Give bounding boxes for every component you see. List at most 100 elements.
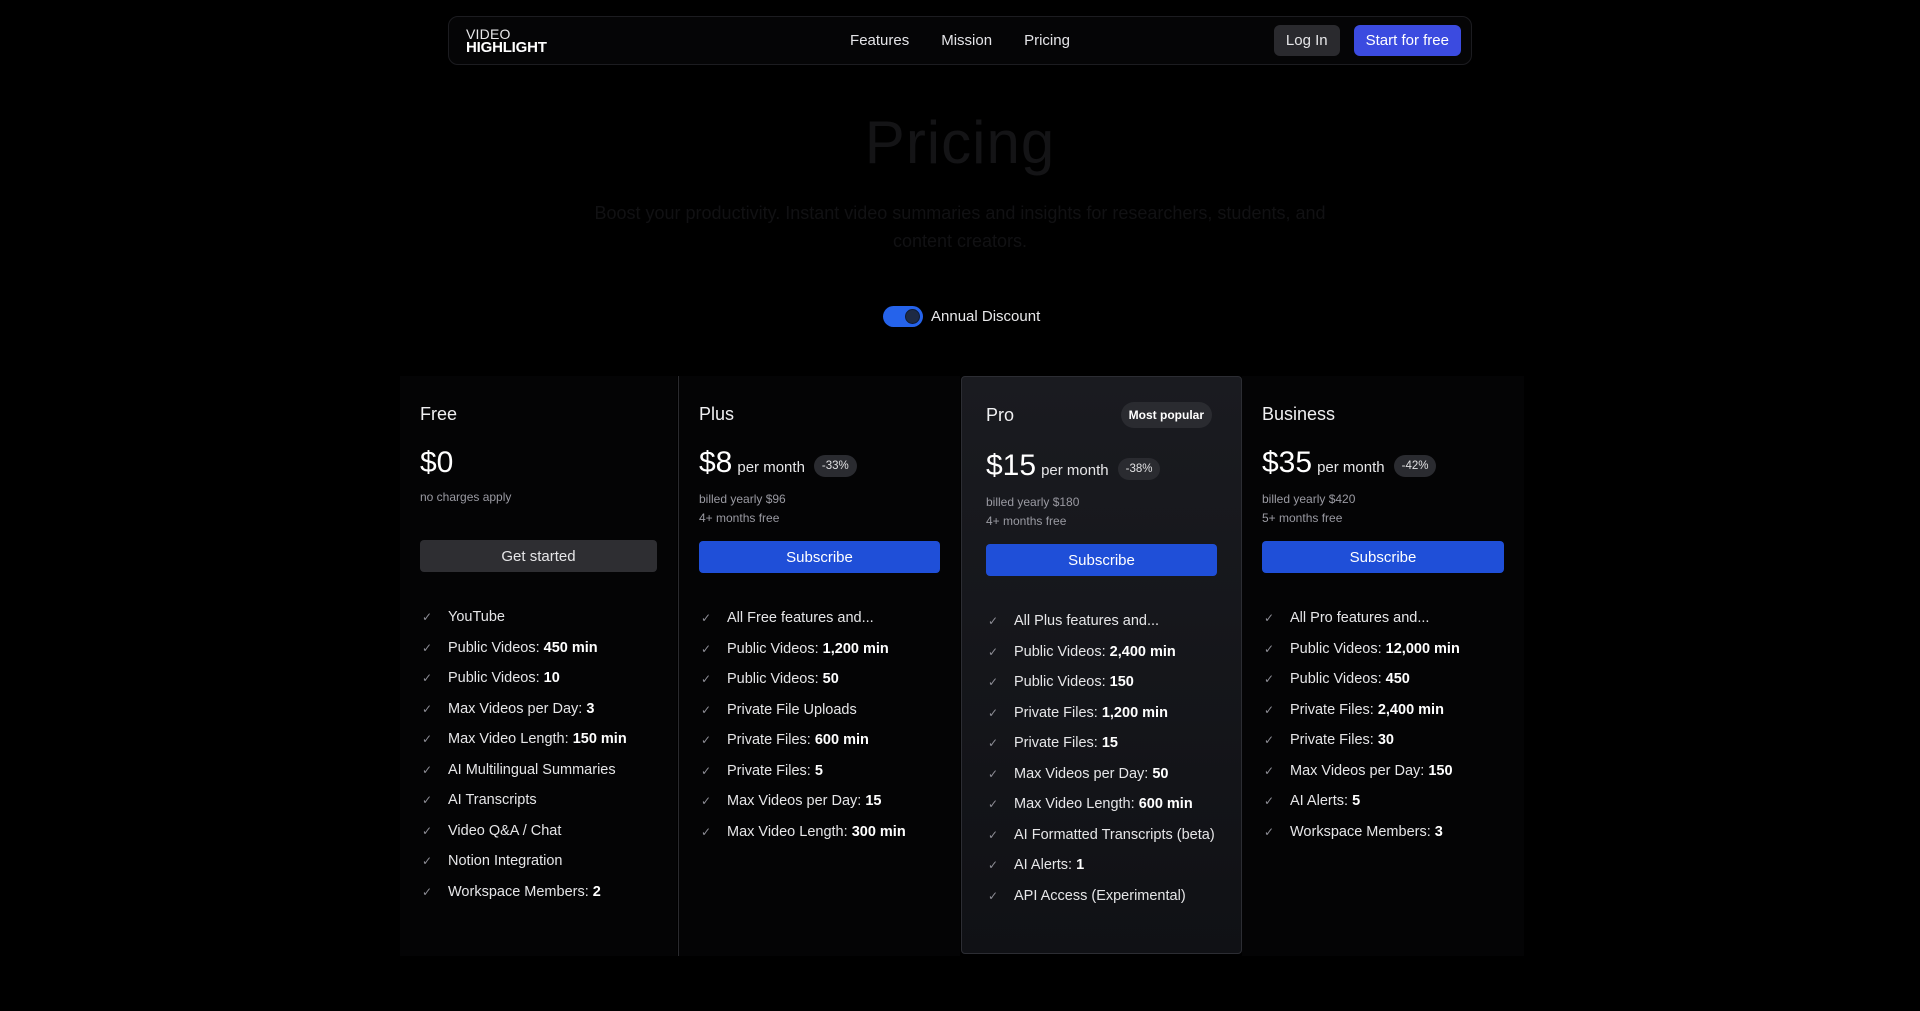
plan-price: $8 <box>699 446 733 479</box>
feature-text: AI Transcripts <box>448 789 537 812</box>
feature-text: Workspace Members: 2 <box>448 881 601 904</box>
discount-badge: -42% <box>1393 455 1437 477</box>
feature-value: 30 <box>1377 732 1394 748</box>
subscribe-button-pro[interactable]: Subscribe <box>986 544 1217 576</box>
nav-link-mission[interactable]: Mission <box>941 32 992 49</box>
feature-label: All Pro features and... <box>1290 610 1430 626</box>
feature-value: 600 min <box>814 732 869 748</box>
feature-item: ✓ AI Multilingual Summaries <box>420 759 657 782</box>
feature-text: Private Files: 30 <box>1290 729 1394 752</box>
feature-value: 450 min <box>543 639 598 656</box>
page-subtitle: Boost your productivity. Instant video s… <box>594 203 1326 251</box>
feature-value: 2 <box>592 883 601 900</box>
feature-item: ✓ Max Video Length: 300 min <box>699 821 940 844</box>
feature-item: ✓ Private Files: 15 <box>986 732 1217 755</box>
feature-text: Private Files: 5 <box>727 760 823 783</box>
feature-item: ✓ Max Videos per Day: 3 <box>420 698 657 721</box>
check-icon: ✓ <box>988 736 999 750</box>
nav-link-pricing[interactable]: Pricing <box>1024 32 1070 49</box>
feature-label: Public Videos: <box>727 640 823 657</box>
check-icon: ✓ <box>1264 733 1275 747</box>
feature-label: AI Transcripts <box>448 792 537 808</box>
feature-value: 450 <box>1385 671 1410 687</box>
check-icon: ✓ <box>1264 702 1275 717</box>
feature-list: ✓ All Pro features and... ✓ Public Videos: … <box>1262 607 1504 851</box>
logo-bottom: HIGHLIGHT <box>466 38 547 56</box>
login-button[interactable]: Log In <box>1273 25 1340 56</box>
annual-discount-toggle[interactable] <box>883 306 923 327</box>
feature-text: YouTube <box>448 606 505 629</box>
feature-item: ✓ Public Videos: 1,200 min <box>699 638 940 661</box>
feature-text: Private Files: 2,400 min <box>1290 699 1444 722</box>
plan-name: Pro <box>986 405 1015 425</box>
billing-note: billed yearly $180 <box>986 495 1080 509</box>
feature-text: API Access (Experimental) <box>1014 885 1186 908</box>
feature-text: Max Video Length: 600 min <box>1014 793 1193 816</box>
feature-item: ✓ Public Videos: 10 <box>420 667 657 690</box>
feature-item: ✓ Workspace Members: 3 <box>1262 821 1504 844</box>
start-free-button[interactable]: Start for free <box>1353 25 1461 56</box>
check-icon: ✓ <box>1264 794 1275 808</box>
logo[interactable]: VIDEO HIGHLIGHT <box>466 27 547 55</box>
feature-label: Private Files: <box>1014 735 1102 751</box>
feature-value: 12,000 min <box>1385 640 1460 657</box>
feature-label: Max Videos per Day: <box>1290 762 1429 779</box>
most-popular-badge: Most popular <box>1120 402 1212 428</box>
feature-text: Public Videos: 450 min <box>448 637 598 660</box>
feature-label: Public Videos: <box>1290 671 1386 687</box>
feature-label: All Free features and... <box>727 610 874 626</box>
feature-item: ✓ Max Videos per Day: 50 <box>986 763 1217 786</box>
feature-label: Public Videos: <box>727 671 823 687</box>
check-icon: ✓ <box>422 762 433 777</box>
feature-label: All Plus features and... <box>1014 613 1160 629</box>
feature-label: Public Videos: <box>1014 674 1110 690</box>
feature-label: Private File Uploads <box>727 701 857 718</box>
check-icon: ✓ <box>701 672 712 686</box>
feature-text: Public Videos: 10 <box>448 667 560 690</box>
months-free-note: 5+ months free <box>1262 511 1343 525</box>
feature-item: ✓ Private Files: 30 <box>1262 729 1504 752</box>
feature-item: ✓ Public Videos: 50 <box>699 668 940 691</box>
check-icon: ✓ <box>422 701 433 716</box>
feature-label: AI Alerts: <box>1014 857 1077 873</box>
feature-text: All Plus features and... <box>1014 610 1159 633</box>
feature-item: ✓ Public Videos: 12,000 min <box>1262 638 1504 661</box>
check-icon: ✓ <box>701 702 712 717</box>
plan-card-plus: Plus $8 per month -33% billed yearly $96… <box>678 376 960 956</box>
check-icon: ✓ <box>422 884 433 899</box>
nav-link-features[interactable]: Features <box>850 32 909 49</box>
check-icon: ✓ <box>988 766 999 781</box>
feature-label: Private Files: <box>1014 704 1102 721</box>
plan-price: $35 <box>1262 446 1313 479</box>
price-row: $35 per month -42% <box>1262 446 1437 480</box>
feature-value: 3 <box>586 700 595 717</box>
feature-label: YouTube <box>448 609 505 625</box>
feature-text: AI Multilingual Summaries <box>448 759 616 782</box>
check-icon: ✓ <box>701 824 712 839</box>
months-free-note: 4+ months free <box>699 511 780 525</box>
months-free-note: 4+ months free <box>986 514 1067 528</box>
plan-name: Free <box>420 404 458 424</box>
feature-label: Max Video Length: <box>727 823 852 840</box>
check-icon: ✓ <box>988 827 999 842</box>
plan-price: $0 <box>420 446 454 479</box>
feature-item: ✓ AI Alerts: 1 <box>986 854 1217 877</box>
get-started-button[interactable]: Get started <box>420 540 657 572</box>
feature-item: ✓ Public Videos: 450 <box>1262 668 1504 691</box>
feature-item: ✓ Private Files: 1,200 min <box>986 702 1217 725</box>
check-icon: ✓ <box>988 797 999 811</box>
billing-note: billed yearly $96 <box>699 492 786 506</box>
feature-value: 600 min <box>1138 796 1193 812</box>
feature-value: 150 min <box>572 731 627 747</box>
subscribe-button-business[interactable]: Subscribe <box>1262 541 1504 573</box>
toggle-knob <box>905 309 920 324</box>
feature-label: Video Q&A / Chat <box>448 822 562 839</box>
plan-card-business: Business $35 per month -42% billed yearl… <box>1242 376 1524 956</box>
feature-value: 5 <box>1352 793 1361 809</box>
feature-item: ✓ All Plus features and... <box>986 610 1217 633</box>
feature-text: Max Videos per Day: 50 <box>1014 763 1169 786</box>
subscribe-button-plus[interactable]: Subscribe <box>699 541 940 573</box>
plan-price: $15 <box>986 449 1037 482</box>
plan-note: no charges apply <box>420 490 512 504</box>
feature-item: ✓ Notion Integration <box>420 850 657 873</box>
